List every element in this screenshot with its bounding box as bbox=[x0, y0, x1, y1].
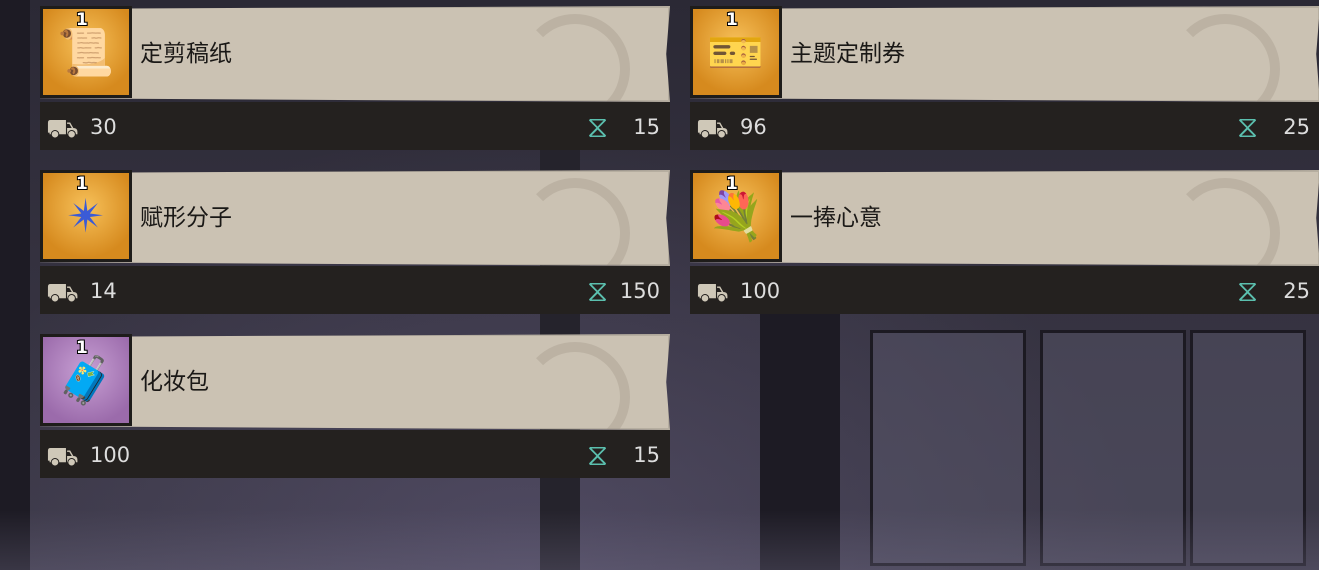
card-header bbox=[40, 6, 670, 102]
item-quantity: 1 bbox=[76, 338, 88, 358]
shop-item-card[interactable]: 🎫 1 主题定制券 ⛟ 96 ⧖ 25 bbox=[690, 6, 1319, 156]
box-count: 14 bbox=[90, 279, 117, 303]
item-name: 化妆包 bbox=[140, 369, 209, 395]
card-footer: ⛟ 30 ⧖ 15 bbox=[40, 102, 670, 150]
rope-count: 25 bbox=[1283, 115, 1310, 139]
box-icon: ⛟ bbox=[696, 278, 729, 308]
shop-item-card[interactable]: 🧳 1 化妆包 ⛟ 100 ⧖ 15 bbox=[40, 334, 670, 484]
shop-item-card[interactable]: 📜 1 定剪稿纸 ⛟ 30 ⧖ 15 bbox=[40, 6, 670, 156]
item-name: 定剪稿纸 bbox=[140, 41, 232, 67]
card-header bbox=[40, 170, 670, 266]
shop-item-card[interactable]: ✴ 1 赋形分子 ⛟ 14 ⧖ 150 bbox=[40, 170, 670, 320]
box-count: 30 bbox=[90, 115, 117, 139]
item-name: 一捧心意 bbox=[790, 205, 882, 231]
item-quantity: 1 bbox=[76, 10, 88, 30]
rope-icon: ⧖ bbox=[586, 274, 608, 309]
item-name: 主题定制券 bbox=[790, 41, 905, 67]
rope-count: 150 bbox=[619, 279, 660, 303]
card-footer: ⛟ 14 ⧖ 150 bbox=[40, 266, 670, 314]
rope-count: 25 bbox=[1283, 279, 1310, 303]
shop-item-card[interactable]: 💐 1 一捧心意 ⛟ 100 ⧖ 25 bbox=[690, 170, 1319, 320]
card-header bbox=[690, 6, 1319, 102]
rope-count: 15 bbox=[633, 115, 660, 139]
rope-count: 15 bbox=[633, 443, 660, 467]
box-icon: ⛟ bbox=[46, 114, 79, 144]
box-icon: ⛟ bbox=[46, 278, 79, 308]
box-icon: ⛟ bbox=[46, 442, 79, 472]
rope-icon: ⧖ bbox=[1236, 274, 1258, 309]
item-quantity: 1 bbox=[76, 174, 88, 194]
item-quantity: 1 bbox=[726, 174, 738, 194]
box-count: 100 bbox=[90, 443, 131, 467]
card-header bbox=[40, 334, 670, 430]
card-header bbox=[690, 170, 1319, 266]
box-count: 100 bbox=[740, 279, 781, 303]
rope-icon: ⧖ bbox=[1236, 110, 1258, 145]
box-count: 96 bbox=[740, 115, 767, 139]
box-icon: ⛟ bbox=[696, 114, 729, 144]
card-footer: ⛟ 100 ⧖ 25 bbox=[690, 266, 1319, 314]
rope-icon: ⧖ bbox=[586, 110, 608, 145]
item-quantity: 1 bbox=[726, 10, 738, 30]
item-name: 赋形分子 bbox=[140, 205, 232, 231]
rope-icon: ⧖ bbox=[586, 438, 608, 473]
card-footer: ⛟ 96 ⧖ 25 bbox=[690, 102, 1319, 150]
card-footer: ⛟ 100 ⧖ 15 bbox=[40, 430, 670, 478]
